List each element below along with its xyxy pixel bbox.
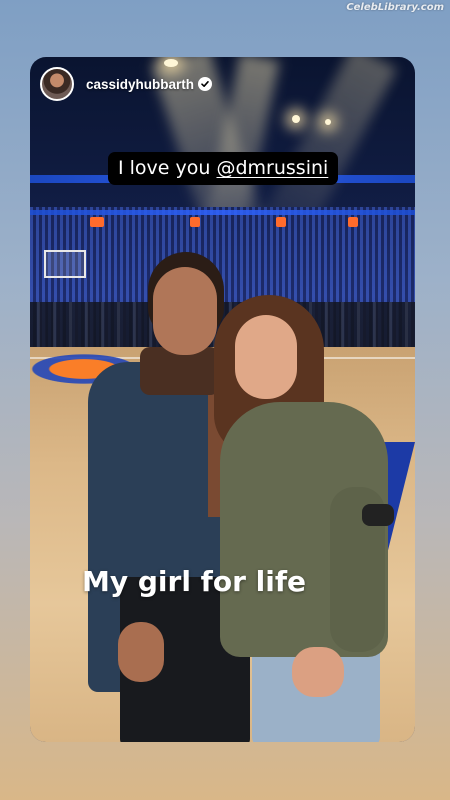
person-right-face [235, 315, 297, 399]
caption-bottom: My girl for life [82, 565, 306, 598]
arena-light [325, 119, 331, 125]
story-card[interactable]: cassidyhubbarth I love you @dmrussini My… [30, 57, 415, 742]
watermark: CelebLibrary.com [346, 2, 444, 13]
microphone [362, 504, 394, 526]
story-header[interactable]: cassidyhubbarth [40, 67, 213, 101]
verified-badge-icon [198, 77, 213, 91]
person-left-face [153, 267, 217, 355]
person-left-hand [118, 622, 164, 682]
caption-sticker-top: I love you @dmrussini [108, 152, 339, 185]
person-right-hand [292, 647, 344, 697]
basketball-hoop [44, 250, 86, 278]
arena-sign [190, 217, 200, 227]
led-ribbon [30, 210, 415, 215]
arena-sign [276, 217, 286, 227]
arena-sign [348, 217, 358, 227]
arena-light [164, 59, 178, 67]
arena-light [292, 115, 300, 123]
arena-sign [90, 217, 104, 227]
mention-link[interactable]: @dmrussini [216, 157, 328, 179]
profile-avatar[interactable] [40, 67, 74, 101]
story-username[interactable]: cassidyhubbarth [86, 77, 194, 92]
caption-top-text: I love you [118, 157, 217, 179]
